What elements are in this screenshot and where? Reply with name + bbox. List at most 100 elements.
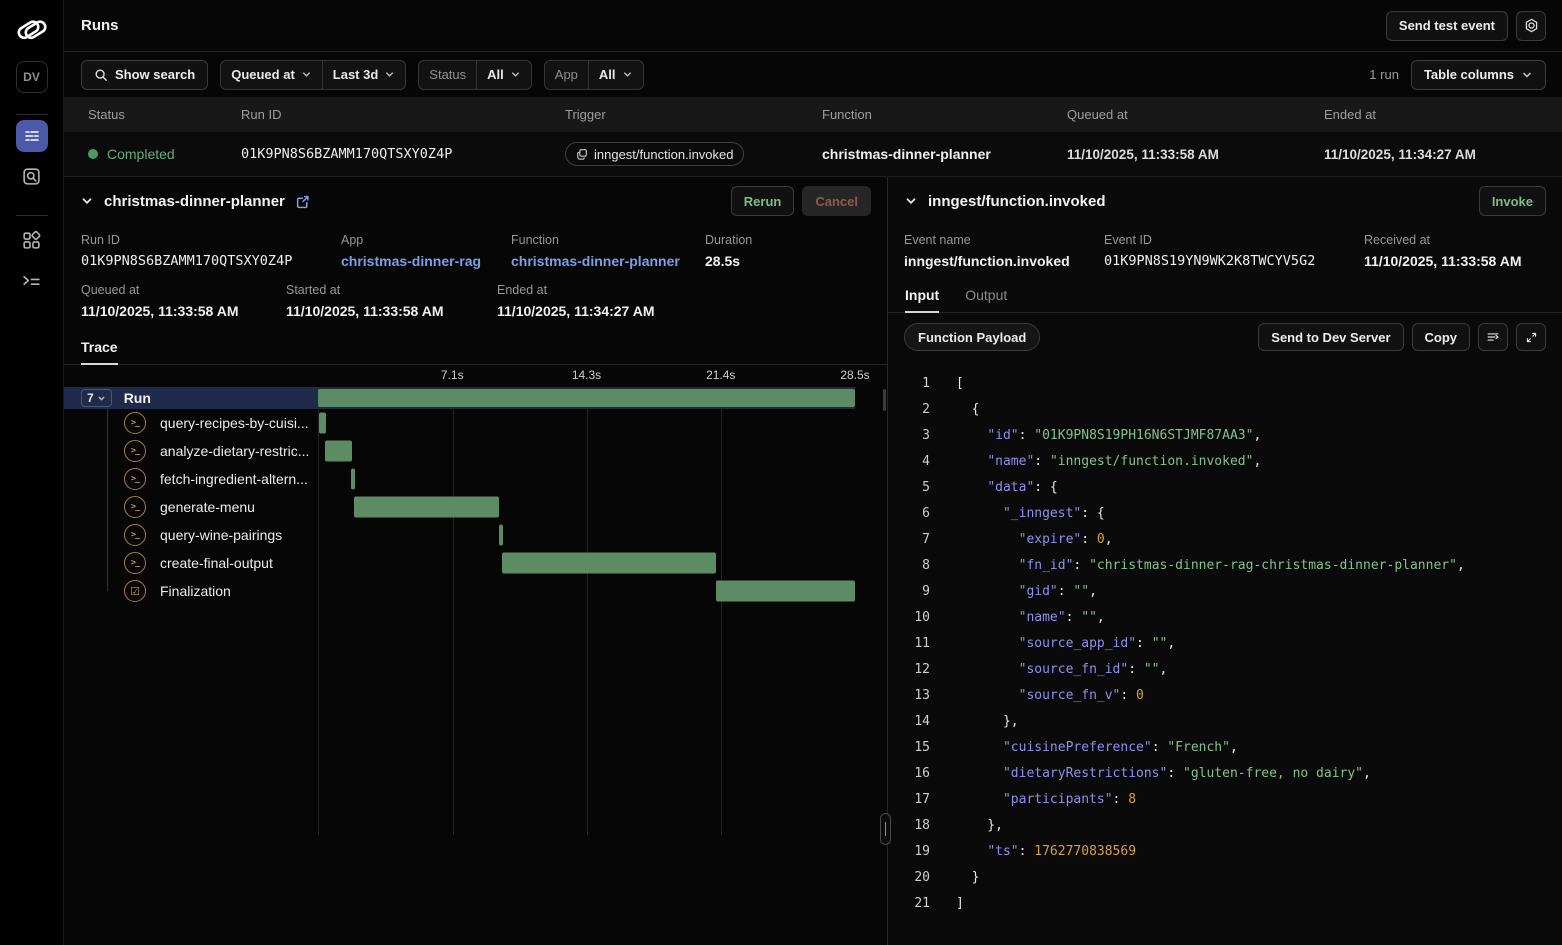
trace-span-row[interactable]: ☑ Finalization: [64, 577, 855, 605]
payload-code-editor[interactable]: 1[2 {3 "id": "01K9PN8S19PH16N6STJMF87AA3…: [888, 361, 1562, 945]
invoke-button[interactable]: Invoke: [1479, 186, 1546, 216]
tab-input[interactable]: Input: [905, 287, 939, 312]
trace-span-row[interactable]: >_ create-final-output: [64, 549, 855, 577]
expand-button[interactable]: [1516, 323, 1546, 351]
line-number: 6: [904, 501, 930, 527]
queued-at-field: Queued at 11/10/2025, 11:33:58 AM: [81, 283, 286, 319]
line-number: 8: [904, 553, 930, 579]
span-bar[interactable]: [502, 553, 716, 574]
sidebar-item-terminal[interactable]: [16, 264, 48, 296]
status-filter-dropdown[interactable]: All: [476, 61, 531, 89]
line-number: 13: [904, 683, 930, 709]
span-bar[interactable]: [499, 525, 503, 546]
collapse-chevron-icon[interactable]: [80, 194, 94, 208]
table-columns-button[interactable]: Table columns: [1411, 60, 1546, 90]
span-label: create-final-output: [160, 555, 273, 571]
environment-badge[interactable]: DV: [16, 61, 48, 93]
span-count-badge[interactable]: 7: [81, 389, 112, 407]
inngest-dev-server-app: DV: [0, 0, 1562, 945]
line-number: 4: [904, 449, 930, 475]
timeline-tick-label: 21.4s: [706, 368, 735, 382]
span-bar[interactable]: [319, 413, 326, 434]
cancel-button[interactable]: Cancel: [802, 186, 871, 216]
trace-span-row[interactable]: >_analyze-dietary-restric...: [64, 437, 855, 465]
step-terminal-icon: >_: [124, 468, 146, 490]
payload-toolbar: Function Payload Send to Dev Server Copy: [888, 313, 1562, 361]
inngest-logo-icon[interactable]: [15, 13, 49, 47]
rail-divider: [16, 114, 48, 115]
line-number: 1: [904, 371, 930, 397]
column-header-ended-at: Ended at: [1324, 107, 1562, 122]
code-line: 20 }: [904, 865, 1562, 891]
span-label: Finalization: [160, 583, 231, 599]
trace-rows-container: 7 Run >_query-recipes-by-cuisi...>_analy…: [64, 387, 855, 605]
sidebar-item-event-search[interactable]: [16, 160, 48, 192]
code-line: 14 },: [904, 709, 1562, 735]
trace-root-row[interactable]: 7 Run: [64, 387, 855, 409]
trigger-event-badge[interactable]: inngest/function.invoked: [565, 142, 744, 166]
waterfall-scrollbar-thumb[interactable]: [883, 389, 886, 411]
app-filter: App All: [544, 60, 644, 90]
app-filter-dropdown[interactable]: All: [588, 61, 643, 89]
trace-span-row[interactable]: >_generate-menu: [64, 493, 855, 521]
line-number: 21: [904, 891, 930, 917]
tab-output[interactable]: Output: [965, 287, 1007, 312]
span-bar[interactable]: [354, 497, 499, 518]
root-span-bar[interactable]: [318, 389, 855, 407]
time-field-dropdown[interactable]: Queued at: [221, 61, 322, 89]
copy-button[interactable]: Copy: [1412, 323, 1471, 351]
finalization-check-icon: ☑: [124, 580, 146, 602]
line-number: 11: [904, 631, 930, 657]
code-line: 19 "ts": 1762770838569: [904, 839, 1562, 865]
show-search-button[interactable]: Show search: [81, 60, 208, 90]
received-at-field: Received at 11/10/2025, 11:33:58 AM: [1364, 233, 1562, 269]
sidebar-item-apps[interactable]: [16, 224, 48, 256]
rail-divider: [16, 215, 48, 216]
external-link-icon[interactable]: [295, 194, 310, 209]
trace-span-row[interactable]: >_query-wine-pairings: [64, 521, 855, 549]
event-tabbar: Input Output: [888, 281, 1562, 313]
status-label: Completed: [107, 146, 175, 162]
line-number: 3: [904, 423, 930, 449]
line-number: 16: [904, 761, 930, 787]
step-terminal-icon: >_: [124, 440, 146, 462]
span-bar[interactable]: [325, 441, 352, 462]
left-rail: DV: [0, 0, 64, 945]
step-terminal-icon: >_: [124, 552, 146, 574]
tab-trace[interactable]: Trace: [81, 339, 118, 364]
run-count: 1 run: [1369, 67, 1399, 82]
main-content: Runs Send test event Show search: [64, 0, 1562, 945]
code-line: 4 "name": "inngest/function.invoked",: [904, 449, 1562, 475]
root-span-label: Run: [124, 390, 151, 406]
function-cell: christmas-dinner-planner: [822, 146, 1067, 162]
table-row[interactable]: Completed 01K9PN8S6BZAMM170QTSXY0Z4P inn…: [64, 132, 1562, 177]
collapse-chevron-icon[interactable]: [904, 194, 918, 208]
event-detail-panel: inngest/function.invoked Invoke Event na…: [888, 177, 1562, 945]
chevron-down-icon: [622, 69, 633, 80]
trace-span-row[interactable]: >_ fetch-ingredient-altern...: [64, 465, 855, 493]
function-link[interactable]: christmas-dinner-planner: [511, 253, 705, 269]
time-range-dropdown[interactable]: Last 3d: [322, 61, 406, 89]
trace-span-row[interactable]: >_query-recipes-by-cuisi...: [64, 409, 855, 437]
span-label: query-recipes-by-cuisi...: [160, 415, 309, 431]
event-title: inngest/function.invoked: [928, 193, 1106, 210]
span-bar[interactable]: [716, 581, 855, 602]
column-header-function: Function: [822, 107, 1067, 122]
word-wrap-button[interactable]: [1478, 323, 1508, 351]
span-label: generate-menu: [160, 499, 255, 515]
event-name-field: Event name inngest/function.invoked: [904, 233, 1104, 269]
rerun-button[interactable]: Rerun: [731, 186, 795, 216]
code-line: 3 "id": "01K9PN8S19PH16N6STJMF87AA3",: [904, 423, 1562, 449]
sidebar-item-runs[interactable]: [16, 120, 48, 152]
function-payload-chip[interactable]: Function Payload: [904, 323, 1040, 351]
settings-button[interactable]: [1516, 11, 1546, 41]
event-meta-row: Event name inngest/function.invoked Even…: [888, 225, 1562, 281]
panel-resize-handle[interactable]: [880, 813, 891, 845]
run-meta-row-1: Run ID 01K9PN8S6BZAMM170QTSXY0Z4P App ch…: [64, 225, 887, 279]
span-bar[interactable]: [351, 469, 355, 490]
send-to-dev-server-button[interactable]: Send to Dev Server: [1258, 323, 1403, 351]
app-link[interactable]: christmas-dinner-rag: [341, 253, 511, 269]
send-test-event-button[interactable]: Send test event: [1386, 11, 1508, 41]
span-label: fetch-ingredient-altern...: [160, 471, 308, 487]
app-field: App christmas-dinner-rag: [341, 233, 511, 269]
